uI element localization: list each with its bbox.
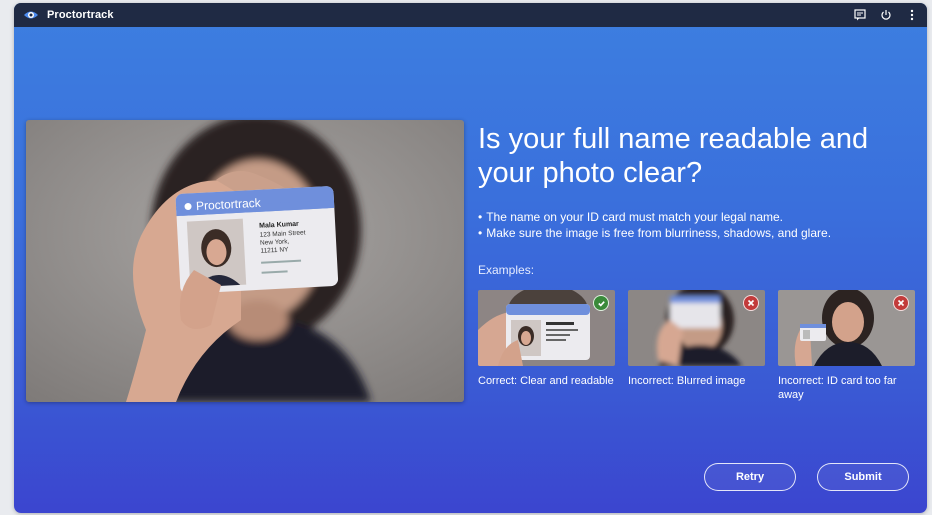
retry-button[interactable]: Retry: [704, 463, 796, 491]
chat-icon[interactable]: [853, 8, 867, 22]
card-address-3: 11211 NY: [260, 246, 289, 254]
id-card-photo: Proctortrack Mala Kumar 123 Main Street …: [26, 120, 464, 402]
page-title: Is your full name readable and your phot…: [478, 123, 869, 189]
proctortrack-logo-icon: [23, 7, 39, 23]
close-icon: [893, 295, 909, 311]
more-vertical-icon[interactable]: [905, 8, 919, 22]
example-caption: Incorrect: Blurred image: [628, 375, 746, 387]
titlebar-actions: [853, 3, 919, 27]
power-icon[interactable]: [879, 8, 893, 22]
submit-button[interactable]: Submit: [817, 463, 909, 491]
example-thumbnail: [478, 290, 615, 366]
example-thumbnail: [778, 290, 915, 366]
example-thumbnail: [628, 290, 765, 366]
example-correct: Correct: Clear and readable: [478, 290, 615, 388]
close-icon: [743, 295, 759, 311]
instruction-item: The name on your ID card must match your…: [478, 209, 918, 225]
example-caption: Correct: Clear and readable: [478, 375, 614, 387]
check-icon: [593, 295, 609, 311]
example-blurred: Incorrect: Blurred image: [628, 290, 765, 388]
examples-label: Examples:: [478, 263, 535, 277]
app-title: Proctortrack: [47, 9, 114, 21]
example-caption: Incorrect: ID card too far away: [778, 375, 897, 401]
example-too-far: Incorrect: ID card too far away: [778, 290, 915, 402]
app-window: Proctortrack Proctortrack Mala Kumar 123…: [14, 3, 927, 513]
instructions-list: The name on your ID card must match your…: [478, 209, 918, 241]
title-bar: Proctortrack: [14, 3, 927, 27]
instruction-item: Make sure the image is free from blurrin…: [478, 225, 918, 241]
